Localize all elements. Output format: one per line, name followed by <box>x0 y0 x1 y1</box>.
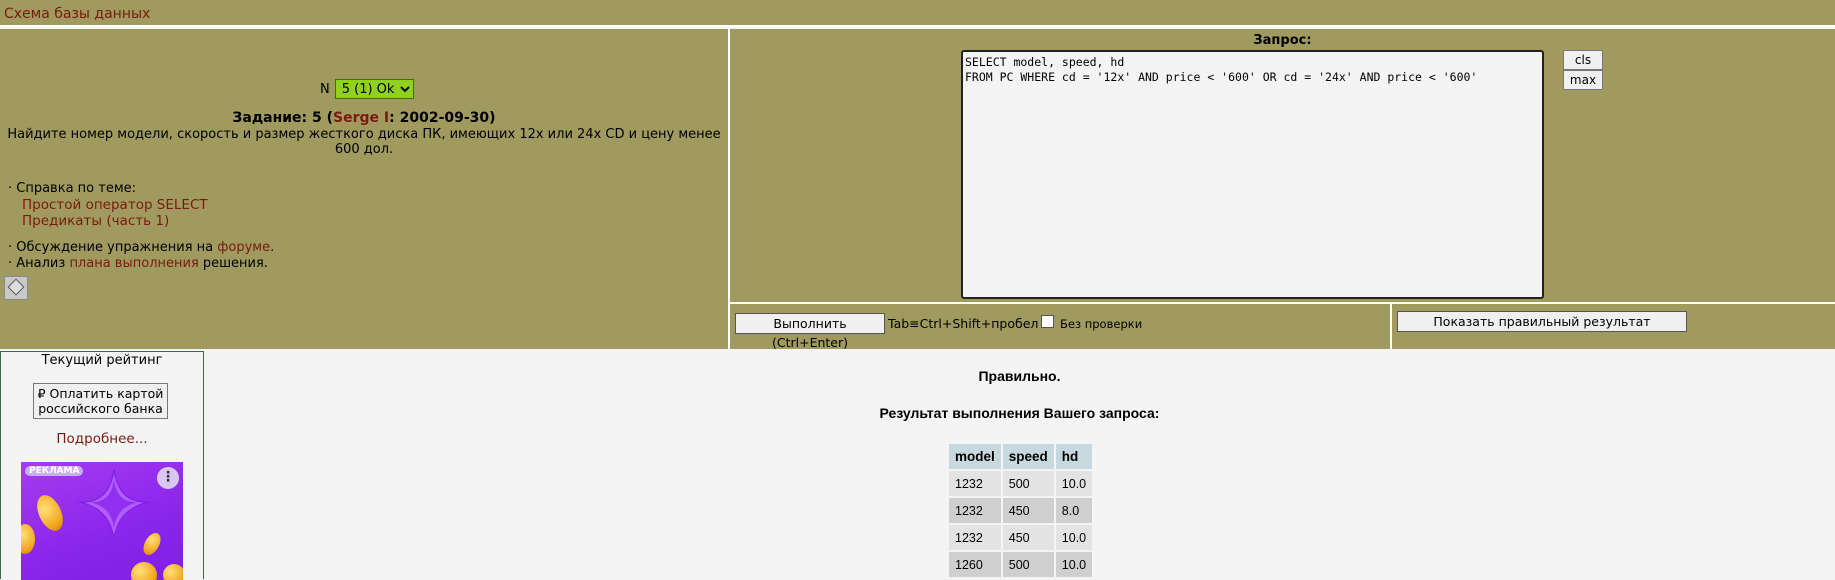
pay-card-button[interactable]: ₽ Оплатить картой российского банка <box>33 383 168 419</box>
table-cell: 8.0 <box>1055 498 1093 523</box>
rating-title: Текущий рейтинг <box>41 353 163 368</box>
result-status: Правильно. <box>978 368 1061 384</box>
separator <box>728 27 730 349</box>
tab-hint: Tab≡Ctrl+Shift+пробел <box>888 316 1039 331</box>
table-row: 1232 500 10.0 <box>949 471 1093 496</box>
table-header-row: model speed hd <box>949 444 1093 469</box>
table-cell: 1232 <box>949 525 1001 550</box>
task-title-prefix: Задание: 5 ( <box>232 110 334 126</box>
task-panel: N 5 (1) Ok Задание: 5 (Serge I: 2002-09-… <box>0 29 728 349</box>
query-label: Запрос: <box>1253 33 1312 48</box>
table-cell: 10.0 <box>1055 525 1093 550</box>
no-check-checkbox[interactable] <box>1041 315 1054 328</box>
more-link[interactable]: Подробнее... <box>1 431 203 447</box>
task-number-row: N 5 (1) Ok <box>320 79 414 99</box>
task-number-select[interactable]: 5 (1) Ok <box>334 79 414 99</box>
help-section: · Справка по теме: Простой оператор SELE… <box>8 181 274 272</box>
max-button[interactable]: max <box>1563 70 1603 90</box>
plan-link[interactable]: плана выполнения <box>69 256 198 271</box>
result-table: model speed hd 1232 500 10.0 1232 450 8.… <box>947 442 1094 579</box>
plan-suffix: решения. <box>198 256 268 271</box>
table-row: 1232 450 10.0 <box>949 525 1093 550</box>
table-cell: 10.0 <box>1055 552 1093 577</box>
navigation-diamond-icon[interactable] <box>4 276 28 300</box>
column-header: model <box>949 444 1001 469</box>
table-cell: 500 <box>1002 552 1054 577</box>
task-description: Найдите номер модели, скорость и размер … <box>7 127 721 157</box>
forum-link[interactable]: форуме <box>217 240 270 255</box>
execute-button[interactable]: Выполнить (Ctrl+Enter) <box>735 313 885 350</box>
plan-line: · Анализ плана выполнения решения. <box>8 256 274 272</box>
table-cell: 1232 <box>949 498 1001 523</box>
forum-line: · Обсуждение упражнения на форуме. <box>8 240 274 256</box>
plan-prefix: · Анализ <box>8 256 70 271</box>
task-title-suffix: : 2002-09-30) <box>389 110 496 126</box>
task-author: Serge I <box>333 110 390 126</box>
rating-box: Текущий рейтинг ₽ Оплатить картой россий… <box>0 351 204 580</box>
separator <box>730 302 1835 304</box>
task-number-label: N <box>320 81 330 97</box>
help-link-predicates[interactable]: Предикаты (часть 1) <box>22 213 169 229</box>
query-textarea[interactable]: SELECT model, speed, hd FROM PC WHERE cd… <box>961 50 1544 299</box>
execute-panel: Выполнить (Ctrl+Enter) Tab≡Ctrl+Shift+пр… <box>730 304 1390 350</box>
table-cell: 450 <box>1002 498 1054 523</box>
query-panel: Запрос: SELECT model, speed, hd FROM PC … <box>730 29 1835 302</box>
table-cell: 10.0 <box>1055 471 1093 496</box>
result-title: Результат выполнения Вашего запроса: <box>879 405 1160 421</box>
help-link-select[interactable]: Простой оператор SELECT <box>22 197 208 213</box>
schema-link[interactable]: Схема базы данных <box>4 6 150 22</box>
separator <box>1390 304 1392 349</box>
table-cell: 1260 <box>949 552 1001 577</box>
table-cell: 1232 <box>949 471 1001 496</box>
column-header: hd <box>1055 444 1093 469</box>
top-bar: Схема базы данных <box>0 0 1835 27</box>
table-row: 1260 500 10.0 <box>949 552 1093 577</box>
table-row: 1232 450 8.0 <box>949 498 1093 523</box>
advertisement-banner[interactable]: РЕКЛАМА ⋮ <box>21 462 183 580</box>
table-cell: 500 <box>1002 471 1054 496</box>
cls-button[interactable]: cls <box>1563 50 1603 70</box>
help-heading: · Справка по теме: <box>8 181 137 196</box>
table-cell: 450 <box>1002 525 1054 550</box>
ad-coin-icon <box>163 564 183 580</box>
show-correct-result-button[interactable]: Показать правильный результат <box>1397 311 1687 332</box>
no-check-label: Без проверки <box>1060 317 1143 331</box>
task-title: Задание: 5 (Serge I: 2002-09-30) <box>0 110 728 126</box>
show-result-panel: Показать правильный результат <box>1392 304 1835 349</box>
column-header: speed <box>1002 444 1054 469</box>
forum-suffix: . <box>270 240 275 255</box>
forum-prefix: · Обсуждение упражнения на <box>8 240 218 255</box>
